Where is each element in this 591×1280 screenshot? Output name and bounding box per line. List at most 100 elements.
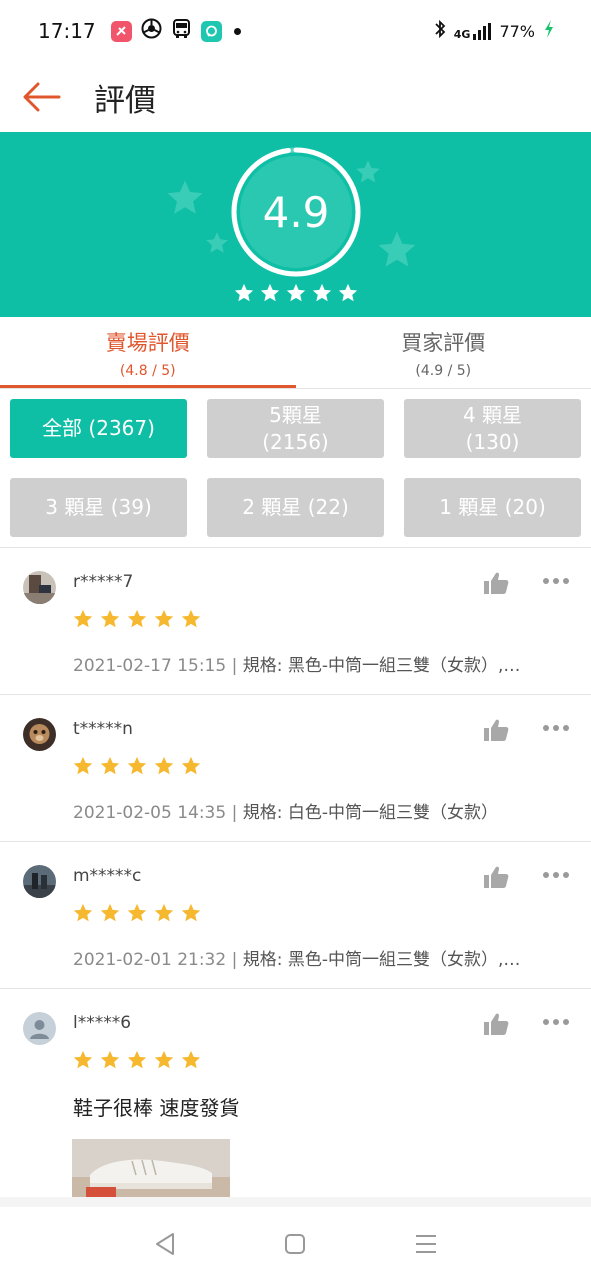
star-icon [181, 1050, 201, 1069]
star-icon [100, 1050, 120, 1069]
more-options-icon[interactable] [543, 578, 573, 588]
star-icon [181, 756, 201, 775]
overall-star-rating [0, 282, 591, 304]
star-icon [100, 903, 120, 922]
star-icon [181, 609, 201, 628]
filter-3-star-button[interactable]: 3 顆星 (39) [10, 478, 187, 537]
star-icon [127, 1050, 147, 1069]
star-icon [73, 1050, 93, 1069]
nav-back-button[interactable] [145, 1224, 185, 1264]
review-star-rating [72, 1049, 202, 1071]
battery-level: 77% [499, 21, 535, 41]
default-user-icon [23, 1012, 56, 1045]
star-icon [234, 283, 253, 302]
tab-store-reviews[interactable]: 賣場評價 (4.8 / 5) [0, 317, 296, 388]
tab-score: (4.9 / 5) [415, 362, 472, 379]
overall-score: 4.9 [262, 187, 330, 237]
star-icon [154, 756, 174, 775]
star-icon [100, 609, 120, 628]
star-icon [127, 609, 147, 628]
thumbs-up-icon[interactable] [483, 718, 509, 742]
review-meta: 2021-02-01 21:32 | 規格: 黑色-中筒一組三雙（女款）,… [73, 950, 521, 970]
battery-charging-icon [543, 19, 555, 43]
status-time: 17:17 [38, 19, 96, 43]
avatar[interactable] [23, 571, 56, 604]
review-star-rating [72, 755, 202, 777]
app-header: 評價 [0, 62, 591, 132]
star-icon [154, 1050, 174, 1069]
more-options-icon[interactable] [543, 872, 573, 882]
tab-buyer-reviews[interactable]: 買家評價 (4.9 / 5) [296, 317, 591, 388]
square-home-icon [285, 1233, 306, 1254]
star-icon [154, 609, 174, 628]
decorative-star-icon [378, 231, 416, 267]
reviewer-name: r*****7 [73, 572, 134, 592]
decorative-star-icon [206, 232, 228, 253]
signal-icon: 4G [453, 22, 492, 41]
star-icon [338, 283, 357, 302]
review-meta: 2021-02-17 15:15 | 規格: 黑色-中筒一組三雙（女款）,… [73, 656, 521, 676]
tab-label: 賣場評價 [105, 330, 190, 355]
star-icon [73, 756, 93, 775]
bus-icon [171, 18, 192, 44]
star-icon [260, 283, 279, 302]
more-options-icon[interactable] [543, 1019, 573, 1029]
review-star-rating [72, 608, 202, 630]
more-options-icon[interactable] [543, 725, 573, 735]
filter-5-star-button[interactable]: 5顆星 (2156) [207, 399, 384, 458]
hamburger-menu-icon [415, 1234, 436, 1253]
tab-label: 買家評價 [401, 330, 486, 355]
review-date: 2021-02-17 15:15 [73, 656, 227, 676]
review-comment: 鞋子很棒 速度發貨 [73, 1096, 240, 1120]
status-right: 4G 77% [434, 19, 555, 43]
back-arrow-icon [23, 82, 61, 112]
avatar[interactable] [23, 1012, 56, 1045]
network-label: 4G [453, 27, 471, 41]
review-meta: 2021-02-05 14:35 | 規格: 白色-中筒一組三雙（女款） [73, 803, 499, 823]
star-icon [181, 903, 201, 922]
filter-all-button[interactable]: 全部 (2367) [10, 399, 187, 458]
review-spec: 規格: 黑色-中筒一組三雙（女款）,… [242, 656, 521, 676]
star-icon [312, 283, 331, 302]
notification-dot [233, 27, 241, 35]
nav-home-button[interactable] [275, 1224, 315, 1264]
review-item: r*****7 2021-02-17 15:15 | 規格: 黑色-中筒一組三雙… [0, 548, 591, 695]
triangle-back-icon [156, 1232, 175, 1255]
review-star-rating [72, 902, 202, 924]
review-date: 2021-02-05 14:35 [73, 803, 227, 823]
page-title: 評價 [94, 82, 156, 119]
review-item: t*****n 2021-02-05 14:35 | 規格: 白色-中筒一組三雙… [0, 695, 591, 842]
star-icon [73, 609, 93, 628]
status-bar: 17:17 4G 77% [0, 0, 591, 62]
avatar[interactable] [23, 718, 56, 751]
avatar[interactable] [23, 865, 56, 898]
status-left: 17:17 [38, 18, 241, 44]
tab-score: (4.8 / 5) [119, 362, 176, 379]
chrome-icon [141, 18, 162, 44]
thumbs-up-icon[interactable] [483, 1012, 509, 1036]
thumbs-up-icon[interactable] [483, 571, 509, 595]
star-icon [286, 283, 305, 302]
system-navigation-bar [0, 1197, 591, 1280]
bluetooth-icon [434, 19, 446, 43]
nav-menu-button[interactable] [406, 1224, 446, 1264]
filter-2-star-button[interactable]: 2 顆星 (22) [207, 478, 384, 537]
review-spec: 規格: 黑色-中筒一組三雙（女款）,… [242, 950, 521, 970]
reviewer-name: m*****c [73, 866, 142, 886]
notification-app-icon [110, 20, 132, 42]
rating-summary-banner: 4.9 [0, 132, 591, 317]
review-item: m*****c 2021-02-01 21:32 | 規格: 黑色-中筒一組三雙… [0, 842, 591, 989]
review-photo[interactable] [72, 1139, 230, 1197]
back-button[interactable] [0, 62, 84, 132]
filter-1-star-button[interactable]: 1 顆星 (20) [404, 478, 581, 537]
review-source-tabs: 賣場評價 (4.8 / 5) 買家評價 (4.9 / 5) [0, 317, 591, 389]
star-icon [127, 903, 147, 922]
star-icon [154, 903, 174, 922]
decorative-star-icon [167, 180, 203, 214]
review-item: l*****6 鞋子很棒 速度發貨 [0, 989, 591, 1197]
star-icon [127, 756, 147, 775]
star-icon [100, 756, 120, 775]
chat-app-icon [200, 20, 222, 42]
thumbs-up-icon[interactable] [483, 865, 509, 889]
filter-4-star-button[interactable]: 4 顆星 (130) [404, 399, 581, 458]
